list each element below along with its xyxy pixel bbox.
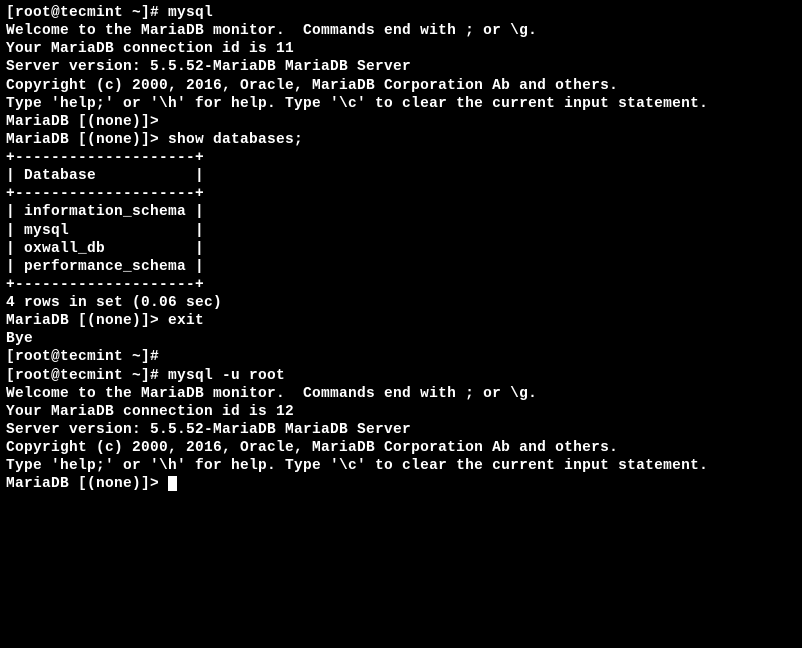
welcome-line: Welcome to the MariaDB monitor. Commands… bbox=[6, 22, 796, 40]
table-row: | information_schema | bbox=[6, 203, 796, 221]
bye-line: Bye bbox=[6, 330, 796, 348]
rows-summary: 4 rows in set (0.06 sec) bbox=[6, 294, 796, 312]
server-version-line: Server version: 5.5.52-MariaDB MariaDB S… bbox=[6, 58, 796, 76]
server-version-line: Server version: 5.5.52-MariaDB MariaDB S… bbox=[6, 421, 796, 439]
table-row: | mysql | bbox=[6, 222, 796, 240]
mariadb-prompt-empty: MariaDB [(none)]> bbox=[6, 113, 796, 131]
table-row: | oxwall_db | bbox=[6, 240, 796, 258]
mariadb-prompt-show-databases: MariaDB [(none)]> show databases; bbox=[6, 131, 796, 149]
table-row: | performance_schema | bbox=[6, 258, 796, 276]
table-header: | Database | bbox=[6, 167, 796, 185]
shell-prompt-empty: [root@tecmint ~]# bbox=[6, 348, 796, 366]
shell-prompt-line: [root@tecmint ~]# mysql bbox=[6, 4, 796, 22]
copyright-line: Copyright (c) 2000, 2016, Oracle, MariaD… bbox=[6, 439, 796, 457]
terminal-output[interactable]: [root@tecmint ~]# mysql Welcome to the M… bbox=[6, 4, 796, 493]
table-border: +--------------------+ bbox=[6, 185, 796, 203]
connection-id-line: Your MariaDB connection id is 11 bbox=[6, 40, 796, 58]
table-border: +--------------------+ bbox=[6, 149, 796, 167]
help-line: Type 'help;' or '\h' for help. Type '\c'… bbox=[6, 95, 796, 113]
prompt-text: MariaDB [(none)]> bbox=[6, 476, 168, 492]
mariadb-prompt-exit: MariaDB [(none)]> exit bbox=[6, 312, 796, 330]
mariadb-prompt-active[interactable]: MariaDB [(none)]> bbox=[6, 475, 796, 493]
shell-prompt-mysql-root: [root@tecmint ~]# mysql -u root bbox=[6, 367, 796, 385]
help-line: Type 'help;' or '\h' for help. Type '\c'… bbox=[6, 457, 796, 475]
copyright-line: Copyright (c) 2000, 2016, Oracle, MariaD… bbox=[6, 77, 796, 95]
welcome-line: Welcome to the MariaDB monitor. Commands… bbox=[6, 385, 796, 403]
table-border: +--------------------+ bbox=[6, 276, 796, 294]
connection-id-line: Your MariaDB connection id is 12 bbox=[6, 403, 796, 421]
cursor-icon bbox=[168, 476, 177, 491]
